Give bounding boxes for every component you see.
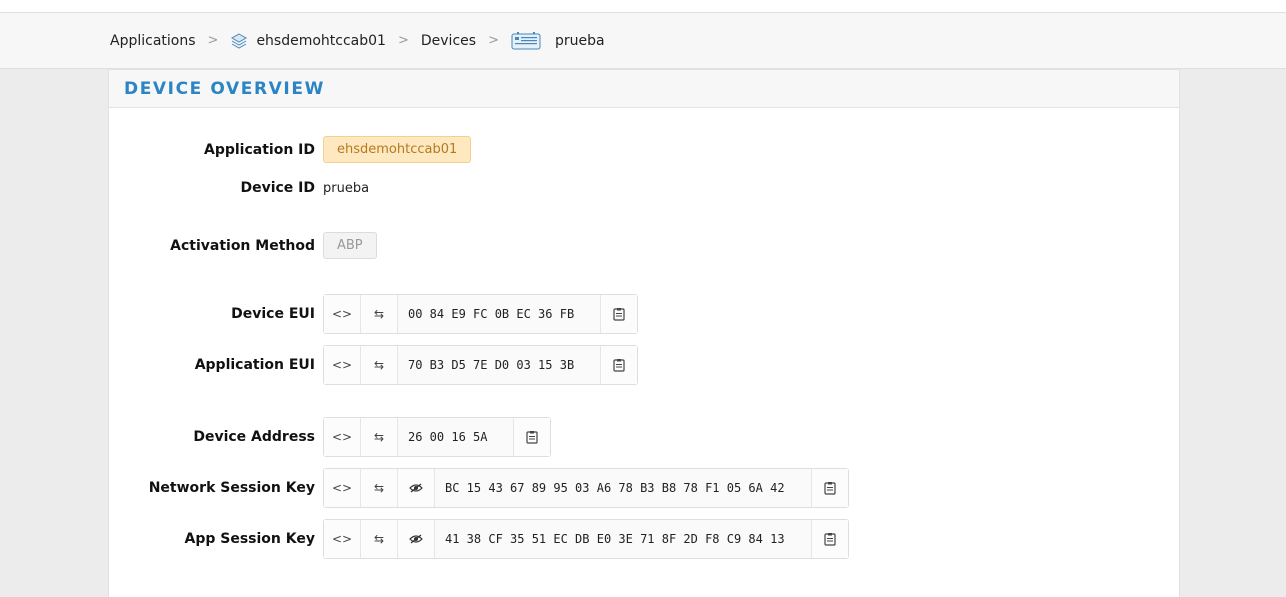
top-strip bbox=[0, 0, 1286, 13]
device-overview-panel: DEVICE OVERVIEW Application ID ehsdemoht… bbox=[108, 69, 1180, 597]
eye-slash-icon bbox=[409, 534, 423, 544]
breadcrumb-application[interactable]: ehsdemohtccab01 bbox=[230, 32, 386, 50]
network-session-key-value: BC 15 43 67 89 95 03 A6 78 B3 B8 78 F1 0… bbox=[435, 469, 812, 507]
byte-order-button[interactable]: ⇆ bbox=[361, 469, 398, 507]
format-toggle-button[interactable]: <> bbox=[324, 418, 361, 456]
application-id-label: Application ID bbox=[203, 141, 315, 158]
app-session-key-value: 41 38 CF 35 51 EC DB E0 3E 71 8F 2D F8 C… bbox=[435, 520, 812, 558]
format-toggle-button[interactable]: <> bbox=[324, 346, 361, 384]
clipboard-icon bbox=[823, 533, 836, 546]
layers-icon bbox=[230, 32, 248, 50]
network-session-key-field: <> ⇆ BC 15 43 67 89 95 03 A6 78 B3 B8 78… bbox=[323, 468, 849, 508]
breadcrumb: Applications > ehsdemohtccab01 > Devices… bbox=[0, 13, 1286, 69]
panel-header: DEVICE OVERVIEW bbox=[109, 70, 1179, 108]
application-eui-row: Application EUI <> ⇆ 70 B3 D5 7E D0 03 1… bbox=[109, 345, 639, 385]
breadcrumb-separator: > bbox=[397, 33, 409, 48]
application-eui-value: 70 B3 D5 7E D0 03 15 3B bbox=[398, 346, 602, 384]
breadcrumb-device-label: prueba bbox=[554, 32, 605, 49]
device-eui-row: Device EUI <> ⇆ 00 84 E9 FC 0B EC 36 FB bbox=[109, 294, 639, 334]
byte-order-button[interactable]: ⇆ bbox=[361, 418, 398, 456]
application-id-badge[interactable]: ehsdemohtccab01 bbox=[323, 136, 472, 163]
network-session-key-label: Network Session Key bbox=[148, 480, 315, 496]
device-id-value: prueba bbox=[323, 180, 370, 196]
eye-slash-icon bbox=[409, 483, 423, 493]
device-address-row: Device Address <> ⇆ 26 00 16 5A bbox=[109, 417, 552, 457]
app-session-key-label: App Session Key bbox=[184, 531, 315, 547]
device-eui-field: <> ⇆ 00 84 E9 FC 0B EC 36 FB bbox=[323, 294, 639, 334]
clipboard-icon bbox=[613, 308, 625, 321]
clipboard-icon bbox=[613, 359, 625, 372]
activation-method-label: Activation Method bbox=[170, 237, 315, 254]
device-address-value: 26 00 16 5A bbox=[398, 418, 515, 456]
copy-button[interactable] bbox=[811, 520, 848, 558]
copy-button[interactable] bbox=[514, 418, 551, 456]
device-icon bbox=[511, 31, 541, 51]
byte-order-button[interactable]: ⇆ bbox=[361, 295, 398, 333]
format-toggle-button[interactable]: <> bbox=[324, 469, 361, 507]
device-eui-value: 00 84 E9 FC 0B EC 36 FB bbox=[398, 295, 602, 333]
activation-method-row: Activation Method ABP bbox=[109, 232, 377, 259]
byte-order-button[interactable]: ⇆ bbox=[361, 520, 398, 558]
device-eui-label: Device EUI bbox=[231, 306, 315, 322]
app-session-key-row: App Session Key <> ⇆ 41 38 CF 35 51 EC D… bbox=[109, 519, 849, 559]
device-id-label: Device ID bbox=[240, 180, 315, 196]
panel-title: DEVICE OVERVIEW bbox=[124, 78, 325, 99]
breadcrumb-devices[interactable]: Devices bbox=[421, 33, 476, 49]
breadcrumb-application-label: ehsdemohtccab01 bbox=[256, 32, 386, 49]
breadcrumb-separator: > bbox=[488, 33, 499, 48]
format-toggle-button[interactable]: <> bbox=[324, 295, 361, 333]
clipboard-icon bbox=[526, 431, 539, 444]
breadcrumb-applications[interactable]: Applications bbox=[110, 33, 196, 49]
format-toggle-button[interactable]: <> bbox=[324, 520, 361, 558]
visibility-toggle-button[interactable] bbox=[398, 520, 435, 558]
copy-button[interactable] bbox=[601, 295, 638, 333]
device-id-row: Device ID prueba bbox=[109, 180, 369, 196]
activation-method-badge: ABP bbox=[323, 232, 377, 259]
visibility-toggle-button[interactable] bbox=[398, 469, 435, 507]
device-address-field: <> ⇆ 26 00 16 5A bbox=[323, 417, 552, 457]
application-eui-field: <> ⇆ 70 B3 D5 7E D0 03 15 3B bbox=[323, 345, 639, 385]
copy-button[interactable] bbox=[811, 469, 848, 507]
application-id-row: Application ID ehsdemohtccab01 bbox=[109, 136, 472, 163]
application-eui-label: Application EUI bbox=[194, 357, 315, 373]
breadcrumb-device[interactable]: prueba bbox=[511, 31, 605, 51]
app-session-key-field: <> ⇆ 41 38 CF 35 51 EC DB E0 3E 71 8F 2D… bbox=[323, 519, 849, 559]
network-session-key-row: Network Session Key <> ⇆ BC 15 43 67 89 … bbox=[109, 468, 849, 508]
byte-order-button[interactable]: ⇆ bbox=[361, 346, 398, 384]
device-address-label: Device Address bbox=[193, 429, 315, 445]
clipboard-icon bbox=[823, 482, 836, 495]
breadcrumb-separator: > bbox=[207, 33, 219, 48]
copy-button[interactable] bbox=[601, 346, 638, 384]
